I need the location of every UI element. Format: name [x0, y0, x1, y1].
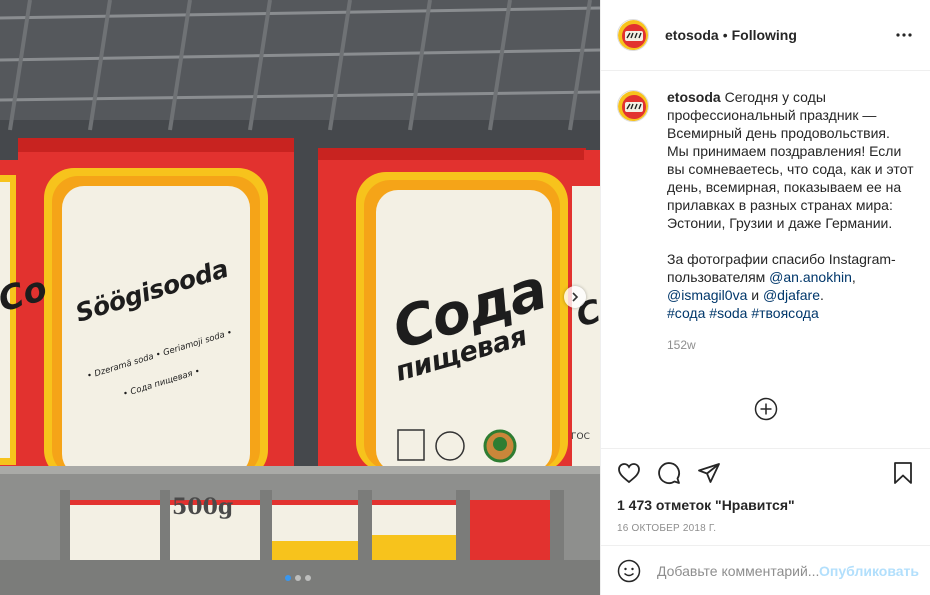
hashtag-link[interactable]: #сода — [667, 305, 705, 321]
action-icons — [617, 449, 915, 497]
caption-paragraph-2: За фотографии спасибо Instagram-пользова… — [667, 250, 915, 322]
caption-username[interactable]: etosoda — [667, 89, 721, 105]
post-header: etosoda • Following — [601, 0, 930, 71]
header-separator: • — [722, 27, 728, 43]
carousel-dot — [295, 575, 301, 581]
caption-avatar[interactable] — [617, 90, 649, 122]
caption-body: etosoda Сегодня у соды профессиональный … — [667, 88, 915, 354]
comment-icon — [658, 462, 680, 484]
carousel-indicator — [285, 575, 311, 581]
share-button[interactable] — [697, 461, 721, 485]
post-side-panel: etosoda • Following etosoda Сегодня у со… — [600, 0, 930, 595]
following-button[interactable]: Following — [732, 27, 797, 43]
chevron-right-icon — [572, 292, 579, 302]
caption: etosoda Сегодня у соды профессиональный … — [617, 88, 915, 354]
post-photo[interactable]: Со Söögisooda • Dzeramā soda • Geriamoji… — [0, 0, 600, 595]
comments-section: etosoda Сегодня у соды профессиональный … — [601, 72, 930, 448]
post-actions: 1 473 отметок "Нравится" 16 октобер 2018… — [601, 448, 930, 534]
paper-plane-icon — [698, 463, 720, 483]
load-more-comments-button[interactable] — [754, 397, 778, 421]
mention-link[interactable]: @an.anokhin — [769, 269, 852, 285]
carousel-dot — [305, 575, 311, 581]
mention-link[interactable]: @djafare — [763, 287, 820, 303]
caption-paragraph-1: etosoda Сегодня у соды профессиональный … — [667, 88, 915, 232]
caption-separator: , — [851, 269, 856, 285]
add-comment-bar: Опубликовать — [601, 545, 930, 595]
comment-button[interactable] — [657, 461, 681, 485]
hashtag-link[interactable]: #твоясода — [751, 305, 818, 321]
soda-logo-icon — [618, 91, 648, 121]
caption-time-ago[interactable]: 152w — [667, 336, 915, 354]
mention-link[interactable]: @ismagil0va — [667, 287, 747, 303]
plus-circle-icon — [754, 397, 778, 421]
gost-label: ГОС — [571, 432, 590, 442]
post-comment-button[interactable]: Опубликовать — [819, 563, 919, 579]
more-options-button[interactable] — [894, 25, 914, 45]
smiley-icon — [617, 559, 641, 582]
save-button[interactable] — [891, 461, 915, 485]
emoji-button[interactable] — [617, 559, 641, 583]
carousel-dot-active — [285, 575, 291, 581]
caption-text: Сегодня у соды профессиональный праздник… — [667, 89, 914, 231]
caption-period: . — [820, 287, 824, 303]
likes-count[interactable]: 1 473 отметок "Нравится" — [617, 497, 915, 513]
avatar[interactable] — [617, 19, 649, 51]
hashtag-link[interactable]: #soda — [709, 305, 747, 321]
heart-icon — [618, 463, 640, 484]
post-date[interactable]: 16 октобер 2018 г. — [617, 523, 915, 534]
header-username[interactable]: etosoda — [665, 27, 719, 43]
like-button[interactable] — [617, 461, 641, 485]
box-weight-label: 500g — [172, 494, 234, 520]
soda-logo-icon — [618, 20, 648, 50]
more-horizontal-icon — [896, 33, 912, 37]
caption-conjunction: и — [747, 287, 763, 303]
bookmark-icon — [894, 462, 912, 484]
next-slide-button[interactable] — [564, 286, 586, 308]
comment-input[interactable] — [657, 562, 820, 579]
